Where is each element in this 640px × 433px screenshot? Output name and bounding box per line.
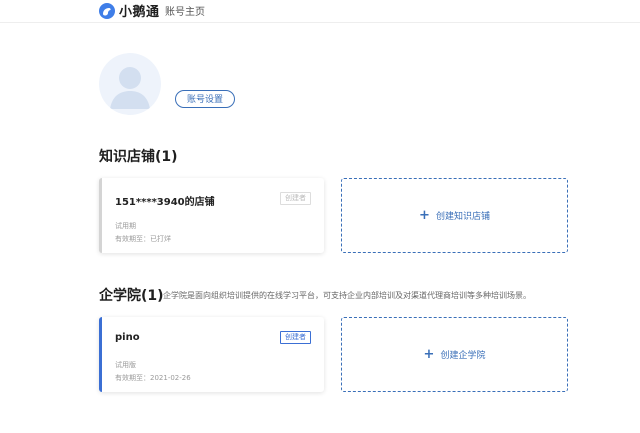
store-card[interactable]: 151****3940的店铺 创建者 试用期 有效期至：已打烊 <box>99 178 324 253</box>
store-card-expiry: 有效期至：已打烊 <box>115 235 171 243</box>
academy-title: 企学院(1) <box>99 288 164 304</box>
avatar <box>99 53 161 115</box>
academy-card-expiry: 有效期至：2021-02-26 <box>115 374 191 382</box>
nav-account-home[interactable]: 账号主页 <box>165 3 205 18</box>
top-bar: 小鹅通 账号主页 <box>0 0 640 23</box>
academy-card-status: 试用版 <box>115 361 136 369</box>
store-card-name: 151****3940的店铺 <box>115 197 215 208</box>
knowledge-stores-title: 知识店铺(1) <box>99 149 178 165</box>
create-knowledge-store-label: 创建知识店铺 <box>435 212 490 222</box>
create-knowledge-store-button[interactable]: + 创建知识店铺 <box>341 178 568 253</box>
logo[interactable]: 小鹅通 <box>99 1 160 20</box>
logo-text: 小鹅通 <box>119 5 160 20</box>
academy-card[interactable]: pino 创建者 试用版 有效期至：2021-02-26 <box>99 317 324 392</box>
store-card-badge: 创建者 <box>280 192 311 205</box>
plus-icon: + <box>423 347 435 362</box>
store-card-status: 试用期 <box>115 222 136 230</box>
account-settings-button[interactable]: 账号设置 <box>175 90 235 108</box>
academy-card-badge: 创建者 <box>280 331 311 344</box>
academy-description: 企学院是面向组织培训提供的在线学习平台，可支持企业内部培训及对渠道代理商培训等多… <box>163 291 531 300</box>
plus-icon: + <box>419 208 430 223</box>
academy-card-name: pino <box>115 332 140 343</box>
create-academy-button[interactable]: + 创建企学院 <box>341 317 568 392</box>
goose-logo-icon <box>99 2 115 19</box>
user-avatar-icon <box>110 67 150 109</box>
create-academy-label: 创建企学院 <box>440 351 486 361</box>
